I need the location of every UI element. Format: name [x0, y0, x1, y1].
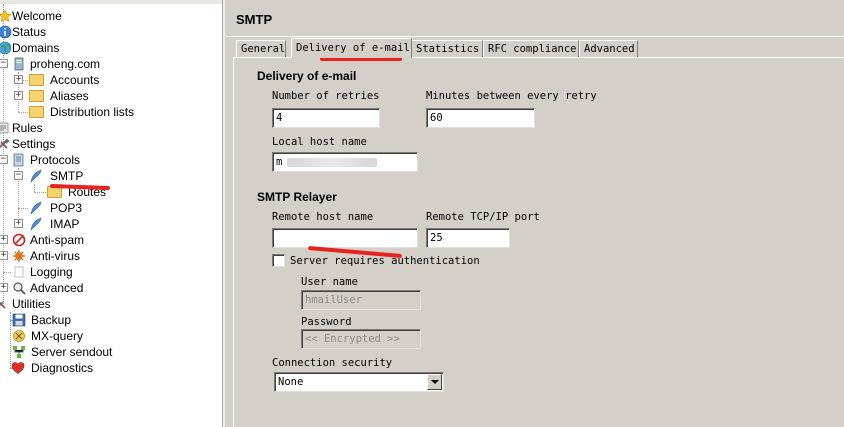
collapse-icon[interactable]: −: [0, 59, 8, 68]
tree-item-protocols[interactable]: − Protocols: [0, 152, 220, 168]
section-title-delivery: Delivery of e-mail: [257, 69, 357, 83]
tree-item-anti-virus[interactable]: + Anti-virus: [0, 248, 220, 264]
expand-icon[interactable]: +: [14, 91, 23, 100]
anti-spam-icon: [12, 233, 26, 247]
page-header: SMTP: [226, 0, 844, 37]
tree-item-mx-query[interactable]: MX-query: [0, 328, 220, 344]
blurred-text: [287, 158, 377, 167]
info-icon: [0, 25, 12, 39]
remote-port-input[interactable]: 25: [426, 228, 510, 248]
page-title: SMTP: [236, 12, 273, 27]
username-label: User name: [301, 276, 358, 288]
feather-icon: [30, 217, 42, 231]
star-icon: [0, 9, 12, 22]
auth-label: Server requires authentication: [290, 255, 480, 267]
security-select[interactable]: None: [274, 372, 444, 392]
expand-icon[interactable]: +: [0, 283, 8, 292]
tree-item-utilities[interactable]: Utilities: [0, 296, 220, 312]
remote-port-label: Remote TCP/IP port: [426, 211, 540, 223]
minutes-label: Minutes between every retry: [426, 90, 597, 102]
tree-item-accounts[interactable]: + Accounts: [0, 72, 220, 88]
document-icon: [13, 153, 24, 167]
folder-icon: [29, 90, 44, 102]
tree-item-rules[interactable]: Rules: [0, 120, 220, 136]
password-input[interactable]: << Encrypted >>: [301, 329, 421, 349]
tab-panel: Delivery of e-mail Number of retries 4 M…: [233, 57, 844, 427]
tree-item-aliases[interactable]: + Aliases: [0, 88, 220, 104]
tools-icon: [0, 138, 10, 149]
log-icon: [14, 266, 24, 278]
rules-icon: [0, 122, 9, 134]
collapse-icon[interactable]: −: [14, 171, 23, 180]
folder-icon: [29, 106, 44, 118]
tree-item-advanced[interactable]: + Advanced: [0, 280, 220, 296]
tree-item-status[interactable]: Status: [0, 24, 220, 40]
tree-item-anti-spam[interactable]: + Anti-spam: [0, 232, 220, 248]
local-host-label: Local host name: [272, 136, 367, 148]
local-host-value: m: [276, 156, 283, 168]
expand-icon[interactable]: +: [14, 75, 23, 84]
tree-item-welcome[interactable]: Welcome: [0, 8, 220, 24]
tab-advanced[interactable]: Advanced: [579, 40, 638, 57]
server-icon: [14, 57, 24, 71]
tree-item-routes[interactable]: Routes: [0, 184, 220, 200]
navigation-tree: Welcome Status Domains − proheng.com + A…: [0, 0, 222, 427]
security-value: None: [278, 376, 304, 388]
tree-line: [18, 208, 28, 209]
tree-item-smtp[interactable]: − SMTP: [0, 168, 220, 184]
tab-general[interactable]: General: [236, 40, 286, 57]
tree-item-domains[interactable]: Domains: [0, 40, 220, 56]
globe-icon: [0, 41, 12, 55]
local-host-input[interactable]: m: [272, 152, 418, 172]
feather-icon: [30, 169, 42, 183]
tab-delivery-of-email[interactable]: Delivery of e-mail: [291, 38, 412, 58]
retries-input[interactable]: 4: [272, 108, 380, 128]
tree-item-backup[interactable]: Backup: [0, 312, 220, 328]
tree-item-distribution-lists[interactable]: Distribution lists: [0, 104, 220, 120]
chevron-down-icon[interactable]: [427, 374, 442, 390]
anti-virus-icon: [13, 250, 25, 262]
expand-icon[interactable]: +: [0, 235, 8, 244]
tree-item-pop3[interactable]: POP3: [0, 200, 220, 216]
tree-line: [18, 112, 28, 113]
collapse-icon[interactable]: −: [0, 155, 8, 164]
tree-item-settings[interactable]: Settings: [0, 136, 220, 152]
mx-query-icon: [13, 330, 25, 342]
tree-item-server-sendout[interactable]: Server sendout: [0, 344, 220, 360]
tree-item-imap[interactable]: + IMAP: [0, 216, 220, 232]
tab-rfc-compliance[interactable]: RFC compliance: [483, 40, 579, 57]
magnifier-icon: [13, 282, 26, 295]
retries-label: Number of retries: [272, 90, 380, 102]
tree-item-domain-proheng[interactable]: − proheng.com: [0, 56, 220, 72]
remote-host-input[interactable]: [272, 228, 418, 248]
password-label: Password: [301, 316, 352, 328]
auth-checkbox[interactable]: [272, 254, 285, 267]
tree-top-edge: [0, 0, 222, 4]
tab-statistics[interactable]: Statistics: [411, 40, 483, 57]
floppy-icon: [12, 313, 26, 327]
minutes-input[interactable]: 60: [426, 108, 535, 128]
section-title-relayer: SMTP Relayer: [257, 190, 337, 204]
remote-host-label: Remote host name: [272, 211, 374, 223]
feather-icon: [30, 201, 42, 215]
heart-icon: [11, 362, 25, 374]
tree-line: [3, 272, 11, 273]
security-label: Connection security: [272, 357, 393, 369]
expand-icon[interactable]: +: [0, 251, 8, 260]
tools-icon: [0, 301, 6, 309]
tree-item-logging[interactable]: Logging: [0, 264, 220, 280]
tree-line: [34, 192, 46, 193]
expand-icon[interactable]: +: [14, 219, 23, 228]
username-input[interactable]: hmailUser: [301, 290, 421, 310]
folder-icon: [29, 74, 44, 86]
network-icon: [13, 346, 25, 358]
settings-pane: SMTP General Delivery of e-mail Statisti…: [226, 0, 844, 427]
tree-item-diagnostics[interactable]: Diagnostics: [0, 360, 220, 376]
